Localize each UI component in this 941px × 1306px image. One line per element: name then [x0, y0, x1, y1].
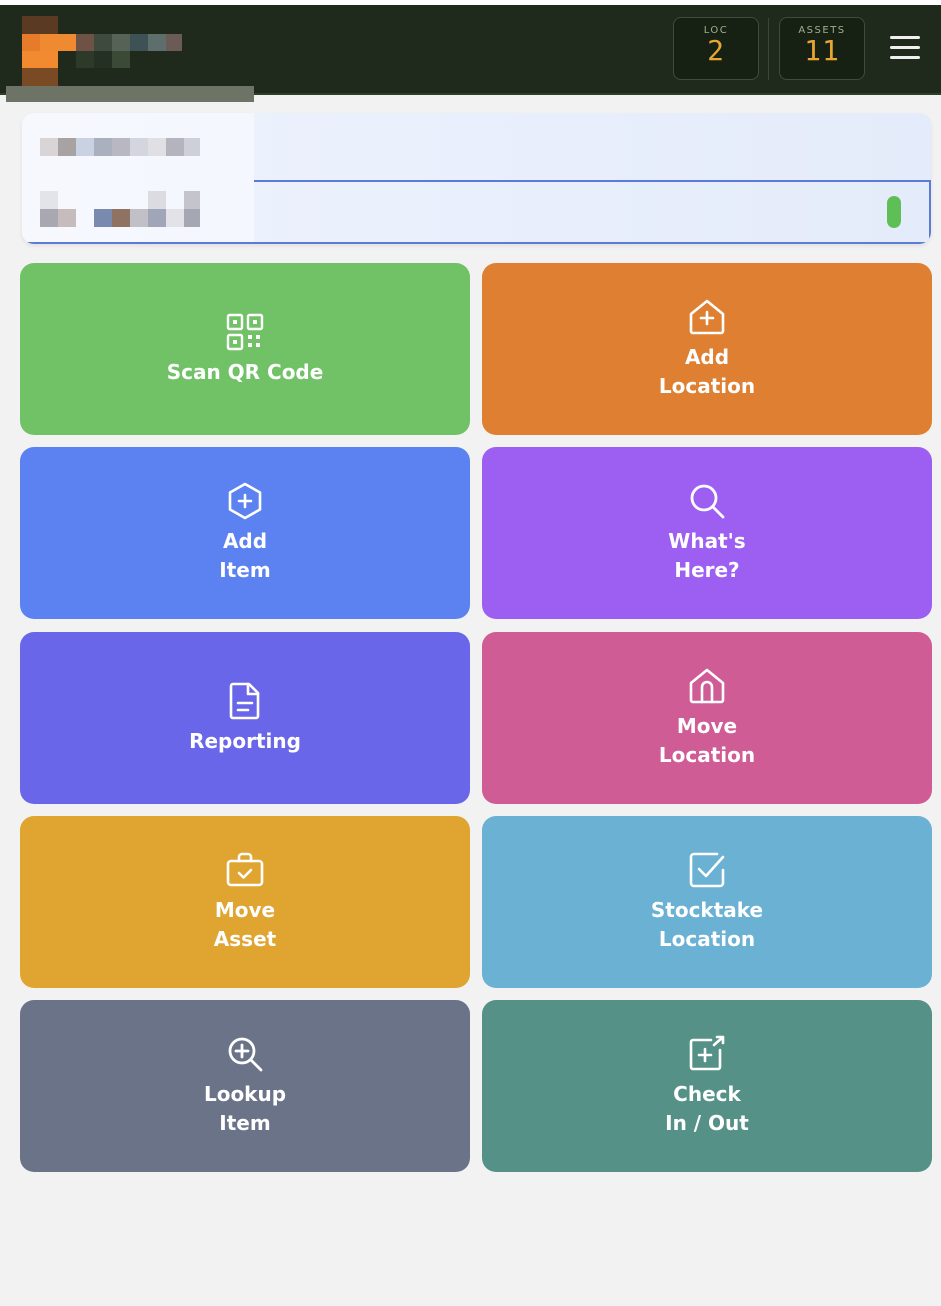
- tile-label-line-1: Move: [676, 714, 738, 738]
- scan-qr-code-button[interactable]: Scan QR Code: [20, 263, 470, 435]
- house-door-icon: [687, 666, 727, 706]
- tile-label-line-2: Here?: [674, 558, 740, 582]
- tile-label-line-2: Item: [219, 558, 271, 582]
- tile-label-line-1: What's: [668, 529, 746, 553]
- search-icon: [687, 481, 727, 521]
- tile-label-line-1: Lookup: [203, 1082, 287, 1106]
- redacted-context-value: [40, 191, 200, 227]
- move-asset-button[interactable]: Move Asset: [20, 816, 470, 988]
- zoom-plus-icon: [225, 1034, 265, 1074]
- asset-count-stat: ASSETS 11: [779, 17, 865, 80]
- tile-label-line-1: Add: [222, 529, 268, 553]
- redacted-context-title: [40, 138, 200, 156]
- house-plus-icon: [687, 297, 727, 337]
- move-location-button[interactable]: Move Location: [482, 632, 932, 804]
- window-top-edge: [0, 0, 941, 5]
- tile-label-line-2: Location: [658, 927, 756, 951]
- stocktake-location-button[interactable]: Stocktake Location: [482, 816, 932, 988]
- reporting-button[interactable]: Reporting: [20, 632, 470, 804]
- add-location-button[interactable]: Add Location: [482, 263, 932, 435]
- whats-here-button[interactable]: What's Here?: [482, 447, 932, 619]
- app-logo[interactable]: [22, 16, 182, 86]
- checkbox-icon: [687, 850, 727, 890]
- tile-label-line-1: Add: [684, 345, 730, 369]
- hamburger-menu-icon[interactable]: [888, 33, 922, 63]
- tile-label-line-2: Item: [219, 1111, 271, 1135]
- context-field-underline: [22, 242, 931, 244]
- tile-label: Scan QR Code: [166, 359, 324, 384]
- location-count-value: 2: [707, 34, 725, 67]
- check-in-out-button[interactable]: Check In / Out: [482, 1000, 932, 1172]
- tile-label-line-2: Location: [658, 743, 756, 767]
- context-field-outline: [254, 180, 931, 244]
- tile-label-line-2: Asset: [213, 927, 277, 951]
- current-context-card[interactable]: [22, 113, 931, 244]
- tile-label-line-1: Check: [673, 1082, 741, 1106]
- tile-label-line-1: Stocktake: [650, 898, 764, 922]
- asset-count-value: 11: [804, 34, 840, 67]
- briefcase-check-icon: [225, 850, 265, 890]
- box-arrow-plus-icon: [687, 1034, 727, 1074]
- hexagon-plus-icon: [225, 481, 265, 521]
- qr-code-icon: [225, 312, 265, 352]
- tile-label-line-1: Move: [214, 898, 276, 922]
- location-count-stat: LOC 2: [673, 17, 759, 80]
- add-item-button[interactable]: Add Item: [20, 447, 470, 619]
- document-icon: [225, 681, 265, 721]
- app-header: LOC 2 ASSETS 11: [0, 0, 941, 95]
- status-indicator: [887, 196, 901, 228]
- tile-label-line-2: In / Out: [665, 1111, 749, 1135]
- tile-label-line-2: Location: [658, 374, 756, 398]
- tile-label: Reporting: [189, 728, 301, 753]
- stat-divider: [768, 18, 769, 80]
- lookup-item-button[interactable]: Lookup Item: [20, 1000, 470, 1172]
- redacted-brand-name: [6, 86, 254, 102]
